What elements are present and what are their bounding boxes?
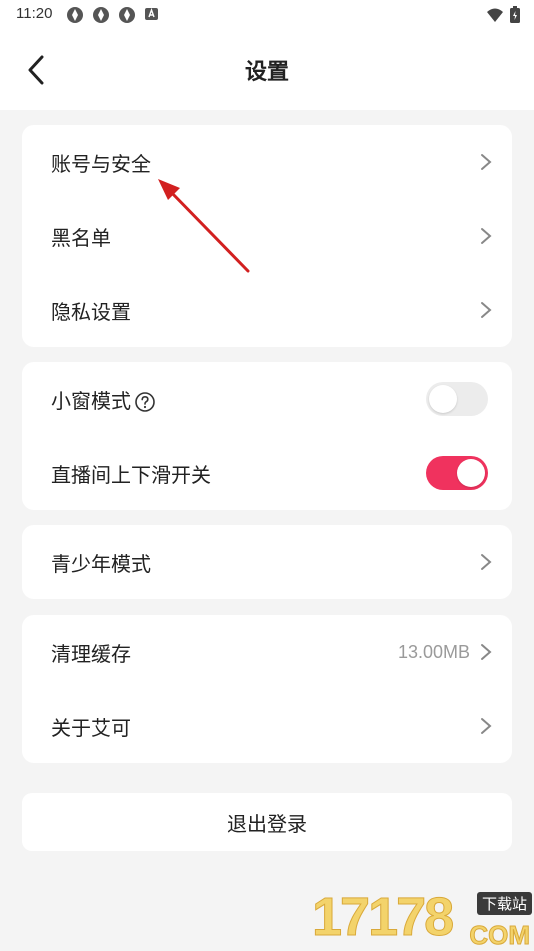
about-row[interactable]: 关于艾可 [22, 689, 512, 763]
status-bar: 11:20 [0, 0, 534, 30]
logout-button[interactable]: 退出登录 [22, 793, 512, 851]
live-swipe-label: 直播间上下滑开关 [51, 462, 211, 487]
privacy-settings-label: 隐私设置 [51, 299, 131, 324]
mini-window-label-wrap: 小窗模式 [51, 385, 156, 414]
chevron-right-icon [481, 554, 492, 570]
app-notification-icon [66, 6, 84, 24]
system-icons [486, 6, 520, 27]
account-security-label: 账号与安全 [51, 151, 151, 176]
watermark-tag: 下载站 [476, 892, 532, 915]
teen-mode-label: 青少年模式 [51, 551, 151, 576]
page-title: 设置 [244, 60, 289, 85]
teen-mode-row[interactable]: 青少年模式 [22, 525, 512, 599]
blacklist-row[interactable]: 黑名单 [22, 199, 512, 273]
misc-settings-card: 清理缓存 13.00MB 关于艾可 [22, 615, 512, 763]
wifi-icon [486, 7, 504, 27]
toggle-knob [457, 459, 485, 487]
teen-mode-card: 青少年模式 [22, 525, 512, 599]
mini-window-row: 小窗模式 [22, 362, 512, 436]
chevron-right-icon [481, 644, 492, 660]
about-label: 关于艾可 [51, 715, 131, 740]
privacy-settings-row[interactable]: 隐私设置 [22, 273, 512, 347]
a-notification-icon [144, 6, 160, 24]
watermark-suffix: COM [469, 920, 531, 951]
chevron-right-icon [481, 228, 492, 244]
app-notification-icon [118, 6, 136, 24]
clear-cache-label: 清理缓存 [51, 641, 131, 666]
mini-window-toggle[interactable] [426, 382, 488, 416]
watermark-logo: 17178 下载站 COM [311, 886, 534, 951]
notification-icons [66, 6, 160, 24]
cache-size-value: 13.00MB [397, 641, 470, 662]
header: 设置 [0, 30, 534, 110]
battery-icon [510, 6, 520, 27]
clear-cache-row[interactable]: 清理缓存 13.00MB [22, 615, 512, 689]
status-time: 11:20 [16, 5, 53, 22]
chevron-right-icon [481, 154, 492, 170]
chevron-right-icon [481, 302, 492, 318]
live-swipe-row: 直播间上下滑开关 [22, 436, 512, 510]
blacklist-label: 黑名单 [51, 225, 111, 250]
help-icon[interactable] [134, 391, 156, 413]
chevron-right-icon [481, 718, 492, 734]
account-security-row[interactable]: 账号与安全 [22, 125, 512, 199]
live-swipe-toggle[interactable] [426, 456, 488, 490]
toggle-knob [429, 385, 457, 413]
mini-window-label: 小窗模式 [51, 388, 131, 413]
annotation-arrow-icon [158, 179, 250, 273]
account-settings-card: 账号与安全 黑名单 隐私设置 [22, 125, 512, 347]
app-notification-icon [92, 6, 110, 24]
watermark-number: 17178 [311, 887, 454, 948]
toggle-settings-card: 小窗模式 直播间上下滑开关 [22, 362, 512, 510]
